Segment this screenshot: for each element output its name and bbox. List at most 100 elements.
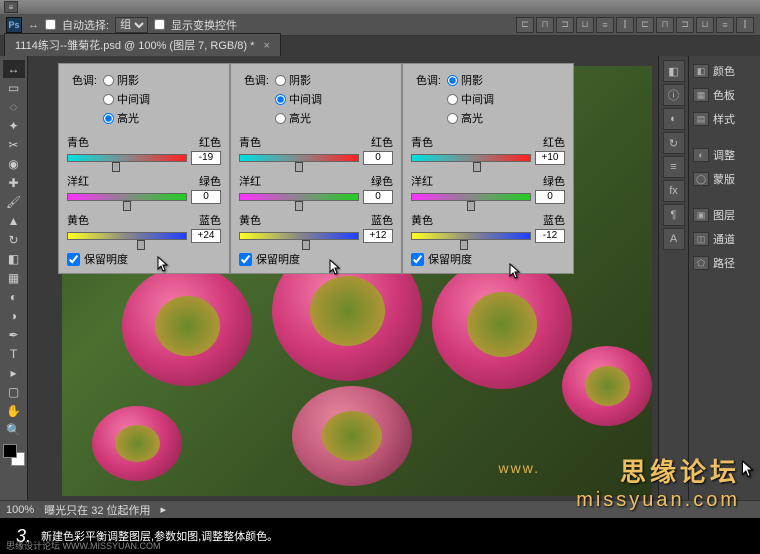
yb-value[interactable]: -12 [535,229,565,243]
cr-slider[interactable] [411,154,531,162]
panel-masks[interactable]: ◯蒙版 [691,168,758,190]
slider-thumb[interactable] [473,162,481,172]
panel-layers[interactable]: ▣图层 [691,204,758,226]
fg-color[interactable] [3,444,17,458]
panel-color[interactable]: ◧颜色 [691,60,758,82]
menu-toggle-icon[interactable]: ≡ [4,1,18,13]
eyedropper-tool[interactable]: ◉ [3,155,25,173]
panel-icon[interactable]: ⓘ [663,84,685,106]
zoom-level[interactable]: 100% [6,504,34,516]
align-btn[interactable]: ⊔ [576,17,594,33]
yb-slider[interactable] [411,232,531,240]
slider-right-label: 蓝色 [371,212,393,228]
blur-tool[interactable]: ◐ [3,288,25,306]
cr-slider[interactable] [239,154,359,162]
cr-value[interactable]: -19 [191,151,221,165]
preserve-luminosity-checkbox[interactable]: 保留明度 [67,251,221,267]
type-tool[interactable]: T [3,345,25,363]
crop-tool[interactable]: ✂ [3,136,25,154]
slider-thumb[interactable] [295,201,303,211]
panel-styles[interactable]: ▤样式 [691,108,758,130]
yb-value[interactable]: +12 [363,229,393,243]
stamp-tool[interactable]: ▲ [3,212,25,230]
panel-icon[interactable]: A [663,228,685,250]
mg-slider[interactable] [67,193,187,201]
dist-btn[interactable]: ⊔ [696,17,714,33]
auto-select-checkbox[interactable] [45,19,56,30]
panel-icon[interactable]: ¶ [663,204,685,226]
hand-tool[interactable]: ✋ [3,402,25,420]
auto-select-dropdown[interactable]: 组 [115,17,148,33]
show-transform-checkbox[interactable] [154,19,165,30]
path-select-tool[interactable]: ▸ [3,364,25,382]
dist-btn[interactable]: ⊐ [676,17,694,33]
slider-thumb[interactable] [123,201,131,211]
mg-slider[interactable] [239,193,359,201]
slider-thumb[interactable] [112,162,120,172]
cr-value[interactable]: 0 [363,151,393,165]
tone-shadows-radio[interactable]: 阴影 [275,72,311,88]
mg-slider[interactable] [411,193,531,201]
eraser-tool[interactable]: ◧ [3,250,25,268]
heal-tool[interactable]: ✚ [3,174,25,192]
lasso-tool[interactable]: ◌ [3,98,25,116]
panel-swatches[interactable]: ▦色板 [691,84,758,106]
slider-thumb[interactable] [467,201,475,211]
wand-tool[interactable]: ✦ [3,117,25,135]
yb-value[interactable]: +24 [191,229,221,243]
close-icon[interactable]: × [263,40,269,52]
move-tool[interactable]: ↔ [3,60,25,78]
pen-tool[interactable]: ✒ [3,326,25,344]
mg-value[interactable]: 0 [191,190,221,204]
cr-slider[interactable] [67,154,187,162]
panel-icon[interactable]: ◐ [663,108,685,130]
tone-highlights-radio[interactable]: 高光 [275,110,311,126]
dodge-tool[interactable]: ◑ [3,307,25,325]
align-btn[interactable]: ⊏ [516,17,534,33]
align-btn[interactable]: ⫿ [616,17,634,33]
panel-icon[interactable]: ≡ [663,156,685,178]
panel-icon[interactable]: ◧ [663,60,685,82]
preserve-luminosity-checkbox[interactable]: 保留明度 [239,251,393,267]
yb-slider[interactable] [239,232,359,240]
brush-tool[interactable]: 🖌 [3,193,25,211]
status-info: 曝光只在 32 位起作用 [44,502,150,518]
slider-right-label: 绿色 [199,173,221,189]
mg-value[interactable]: 0 [363,190,393,204]
panel-adjustments[interactable]: ◐调整 [691,144,758,166]
tone-highlights-radio[interactable]: 高光 [447,110,483,126]
dist-btn[interactable]: ⫿ [736,17,754,33]
mg-value[interactable]: 0 [535,190,565,204]
history-brush-tool[interactable]: ↻ [3,231,25,249]
slider-thumb[interactable] [302,240,310,250]
color-swatches[interactable] [3,444,25,466]
dist-btn[interactable]: ⊓ [656,17,674,33]
align-btn[interactable]: ⊓ [536,17,554,33]
tone-midtones-radio[interactable]: 中间调 [275,91,322,107]
panel-icon[interactable]: ↻ [663,132,685,154]
cr-value[interactable]: +10 [535,151,565,165]
slider-thumb[interactable] [295,162,303,172]
dist-btn[interactable]: ⊏ [636,17,654,33]
rectangle-tool[interactable]: ▢ [3,383,25,401]
align-btn[interactable]: ≡ [596,17,614,33]
document-tab[interactable]: 1114练习--雏菊花.psd @ 100% (图层 7, RGB/8) * × [4,33,281,56]
tone-shadows-radio[interactable]: 阴影 [447,72,483,88]
tone-highlights-radio[interactable]: 高光 [103,110,139,126]
yb-slider[interactable] [67,232,187,240]
gradient-tool[interactable]: ▦ [3,269,25,287]
tone-midtones-radio[interactable]: 中间调 [103,91,150,107]
tone-midtones-radio[interactable]: 中间调 [447,91,494,107]
zoom-tool[interactable]: 🔍 [3,421,25,439]
preserve-luminosity-checkbox[interactable]: 保留明度 [411,251,565,267]
align-btn[interactable]: ⊐ [556,17,574,33]
dist-btn[interactable]: ≡ [716,17,734,33]
tone-shadows-radio[interactable]: 阴影 [103,72,139,88]
panel-paths[interactable]: ⬠路径 [691,252,758,274]
status-dropdown-icon[interactable]: ▸ [161,503,167,516]
rect-marquee-tool[interactable]: ▭ [3,79,25,97]
slider-thumb[interactable] [137,240,145,250]
slider-thumb[interactable] [460,240,468,250]
panel-icon[interactable]: fx [663,180,685,202]
panel-channels[interactable]: ◫通道 [691,228,758,250]
